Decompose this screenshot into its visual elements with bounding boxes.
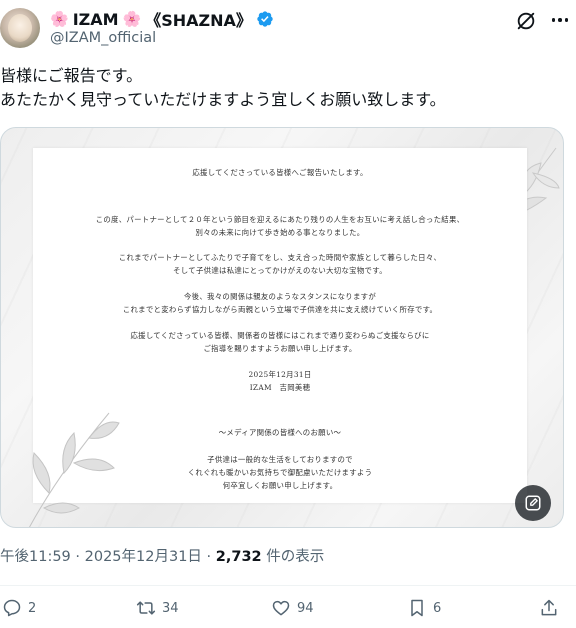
doc-line: これまでと変わらず協力しながら両親という立場で子供達を共に支え続けていく所存です…: [122, 305, 438, 314]
tweet-line: 皆様にご報告です。: [0, 66, 143, 85]
display-name-main: IZAM: [72, 9, 119, 29]
doc-date: 2025年12月31日: [248, 370, 312, 379]
bookmark-count: 6: [433, 600, 442, 616]
action-bar: 2 34 94 6: [0, 596, 576, 620]
tweet-line: あたたかく見守っていただけますよう宜しくお願い致します。: [0, 90, 446, 109]
doc-line: 応援してくださっている皆様へご報告いたします。: [192, 168, 368, 177]
view-count: 2,732: [215, 549, 262, 565]
bookmark-button[interactable]: 6: [407, 596, 441, 620]
tweet-time[interactable]: 午後11:59: [0, 549, 71, 565]
share-button[interactable]: [539, 596, 559, 620]
tweet-date[interactable]: 2025年12月31日: [85, 549, 202, 565]
bookmark-icon: [411, 599, 423, 617]
meta-separator: ·: [206, 549, 212, 565]
like-button[interactable]: 94: [271, 596, 314, 620]
reply-icon: [3, 599, 21, 617]
announcement-document: 応援してくださっている皆様へご報告いたします。 この度、パートナーとして２０年と…: [33, 148, 527, 503]
doc-media-heading: ～メディア関係の皆様へのお願い～: [218, 428, 342, 437]
divider: [0, 585, 576, 586]
tweet-header: 🌸 IZAM 🌸 《SHAZNA》 @IZAM_official: [0, 0, 576, 62]
repost-button[interactable]: 34: [136, 596, 179, 620]
repost-icon: [136, 601, 156, 615]
doc-line: 別々の未来に向けて歩き始める事となりました。: [195, 228, 365, 237]
doc-line: これまでパートナーとしてふたりで子育てをし、支え合った時間や家族として暮らした日…: [118, 253, 442, 262]
doc-line: 子供達は一般的な生活をしておりますので: [207, 455, 353, 464]
edit-image-icon: [525, 495, 541, 511]
like-icon: [272, 600, 290, 616]
doc-line: この度、パートナーとして２０年という節目を迎えるにあたり残りの人生をお互いに考え…: [95, 215, 465, 224]
edit-image-button[interactable]: [515, 485, 551, 521]
reply-button[interactable]: 2: [2, 596, 36, 620]
tweet-image[interactable]: 応援してくださっている皆様へご報告いたします。 この度、パートナーとして２０年と…: [0, 127, 564, 528]
sakura-emoji: 🌸: [122, 10, 142, 28]
more-icon[interactable]: [548, 8, 572, 32]
display-name-suffix: 《SHAZNA》: [145, 11, 252, 30]
display-name[interactable]: 🌸 IZAM 🌸 《SHAZNA》: [50, 8, 274, 30]
view-label: 件の表示: [266, 549, 325, 565]
verified-badge-icon: [257, 11, 273, 27]
reply-count: 2: [28, 600, 37, 616]
doc-line: 何卒宜しくお願い申し上げます。: [222, 481, 338, 490]
like-count: 94: [297, 600, 314, 616]
doc-line: 応援してくださっている皆様、関係者の皆様にはこれまで通り変わらぬご支援ならびに: [130, 331, 430, 340]
sakura-emoji: 🌸: [50, 10, 69, 28]
tweet-text: 皆様にご報告です。 あたたかく見守っていただけますよう宜しくお願い致します。: [0, 64, 576, 112]
share-icon: [541, 599, 557, 616]
avatar[interactable]: [0, 8, 40, 48]
handle[interactable]: @IZAM_official: [50, 30, 156, 46]
grok-icon[interactable]: [515, 10, 537, 32]
doc-line: ご指導を賜りますようお願い申し上げます。: [203, 344, 357, 353]
doc-line: 今後、我々の関係は親友のようなスタンスになりますが: [183, 292, 377, 301]
tweet-meta: 午後11:59 · 2025年12月31日 · 2,732 件の表示: [0, 545, 324, 566]
doc-signature: IZAM 吉岡美穂: [249, 383, 311, 392]
doc-line: そして子供達は私達にとってかけがえのない大切な宝物です。: [173, 266, 387, 275]
doc-line: くれぐれも暖かいお気持ちで御配慮いただけますよう: [187, 468, 373, 477]
repost-count: 34: [162, 600, 179, 616]
meta-separator: ·: [75, 549, 81, 565]
